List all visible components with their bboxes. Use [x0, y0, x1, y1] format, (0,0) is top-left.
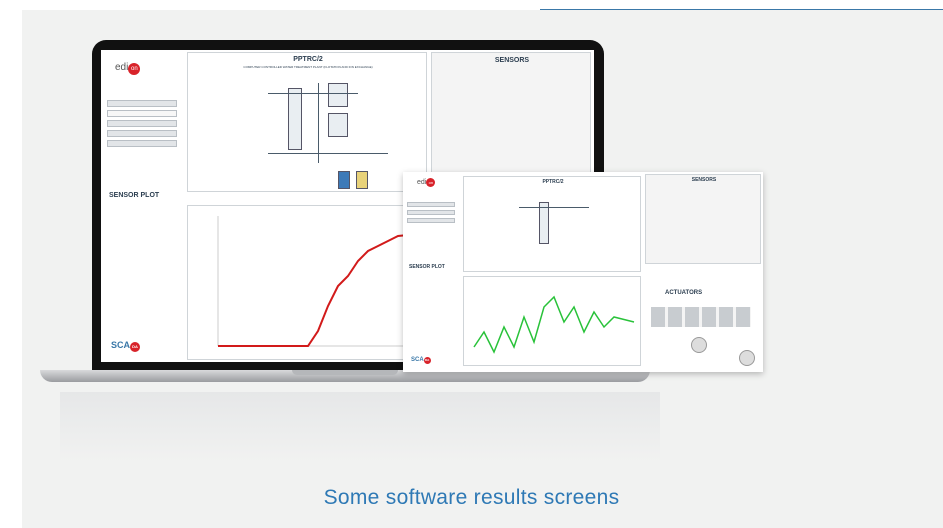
logo-o-small: on — [426, 178, 436, 187]
pipe-3 — [318, 83, 319, 163]
edibon-logo: edi on — [115, 62, 141, 75]
menu-button-3[interactable] — [107, 120, 177, 127]
scada-text: SCA — [111, 340, 131, 350]
logo-text: edi — [115, 62, 129, 73]
edibon-logo-small: edi on — [417, 178, 436, 187]
sensors-panel: SENSORS — [431, 52, 591, 192]
bottom-tank-1 — [338, 171, 350, 189]
plot-area-small — [463, 276, 641, 366]
diagram-title: PPTRC/2 — [293, 56, 323, 63]
menu-button-4[interactable] — [107, 130, 177, 137]
logo-text-small: edi — [417, 179, 427, 186]
scada-text-small: SCA — [411, 357, 424, 363]
process-diagram-small: PPTRC/2 — [463, 176, 641, 272]
sensors-title-small: SENSORS — [691, 177, 717, 183]
tank-1 — [328, 83, 348, 107]
process-diagram: PPTRC/2 COMPUTER CONTROLLED WATER TREATM… — [187, 52, 427, 192]
bottom-tank-2 — [356, 171, 368, 189]
laptop-reflection — [60, 392, 660, 462]
logo-o: on — [128, 63, 141, 75]
actuators-title: ACTUATORS — [665, 290, 703, 296]
diagram-subtitle: COMPUTER CONTROLLED WATER TREATMENT PLAN… — [243, 65, 373, 69]
tank-2 — [328, 113, 348, 137]
top-accent-line — [540, 9, 943, 10]
menu-button-small-3[interactable] — [407, 218, 455, 223]
menu-button-1[interactable] — [107, 100, 177, 107]
menu-button-small-1[interactable] — [407, 202, 455, 207]
laptop-hinge — [292, 370, 398, 375]
pipe-2 — [268, 153, 388, 154]
sensors-title: SENSORS — [494, 57, 530, 64]
knob-1[interactable] — [691, 337, 707, 353]
pipe-1 — [268, 93, 358, 94]
knob-2[interactable] — [739, 350, 755, 366]
pipe-small — [519, 207, 589, 208]
menu-button-2[interactable] — [107, 110, 177, 117]
scada-o: DA — [130, 342, 141, 352]
column-tank-small — [539, 202, 549, 244]
chart-line-small — [473, 295, 635, 354]
scada-logo-small: SCADA — [411, 357, 431, 364]
caption-text: Some software results screens — [323, 486, 620, 509]
sensor-line-chart-small — [473, 295, 635, 354]
scada-o-small: DA — [423, 357, 431, 364]
actuator-switches[interactable] — [651, 307, 751, 327]
menu-button-small-2[interactable] — [407, 210, 455, 215]
diagram-title-small: PPTRC/2 — [542, 179, 564, 185]
secondary-screenshot: edi on PPTRC/2 SENSORS SENSOR PLOT ACTUAT… — [403, 172, 763, 372]
sensor-plot-title: SENSOR PLOT — [109, 192, 160, 199]
scada-logo: SCA DA — [111, 340, 141, 352]
sensor-plot-title-small: SENSOR PLOT — [409, 264, 445, 270]
column-tank — [288, 88, 302, 150]
sensors-panel-small: SENSORS — [645, 174, 761, 264]
menu-button-5[interactable] — [107, 140, 177, 147]
